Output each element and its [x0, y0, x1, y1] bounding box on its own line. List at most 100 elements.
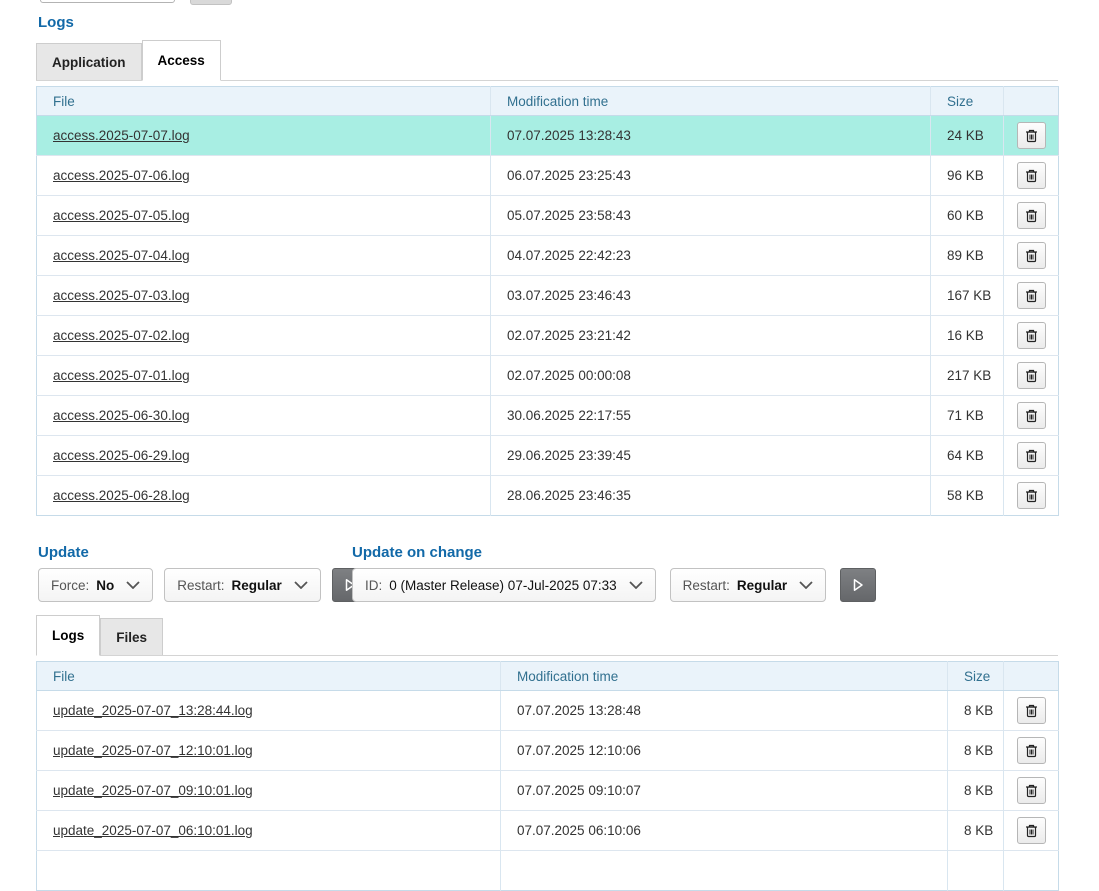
size-cell: 8 KB — [948, 771, 1004, 811]
size-cell: 8 KB — [948, 691, 1004, 731]
file-link[interactable]: access.2025-06-28.log — [53, 488, 190, 503]
table-row: access.2025-06-30.log 30.06.2025 22:17:5… — [37, 396, 1059, 436]
release-id-dropdown[interactable]: ID: 0 (Master Release) 07-Jul-2025 07:33 — [352, 568, 656, 602]
table-row-partial — [37, 851, 1059, 891]
mtime-cell: 07.07.2025 13:28:48 — [501, 691, 948, 731]
uoc-restart-dropdown[interactable]: Restart: Regular — [670, 568, 827, 602]
page: Logs Application Access File Modificatio… — [0, 0, 1099, 861]
file-link[interactable]: access.2025-07-03.log — [53, 288, 190, 303]
file-link[interactable]: access.2025-07-06.log — [53, 168, 190, 183]
chevron-down-icon — [629, 581, 643, 589]
mtime-cell: 03.07.2025 23:46:43 — [491, 276, 931, 316]
column-header-file: File — [37, 662, 501, 691]
file-link[interactable]: access.2025-07-01.log — [53, 368, 190, 383]
file-link[interactable]: access.2025-06-30.log — [53, 408, 190, 423]
table-row: access.2025-06-29.log 29.06.2025 23:39:4… — [37, 436, 1059, 476]
update-on-change-run-button[interactable] — [840, 568, 876, 602]
size-cell: 96 KB — [931, 156, 1004, 196]
tab-logs[interactable]: Logs — [36, 615, 100, 656]
file-link[interactable]: access.2025-07-04.log — [53, 248, 190, 263]
size-cell: 8 KB — [948, 811, 1004, 851]
table-header-row: File Modification time Size — [37, 87, 1059, 116]
size-cell: 64 KB — [931, 436, 1004, 476]
column-header-file: File — [37, 87, 491, 116]
file-link[interactable]: update_2025-07-07_09:10:01.log — [53, 783, 253, 798]
update-logs-tabbar: Logs Files — [36, 615, 1058, 656]
chevron-down-icon — [799, 581, 813, 589]
file-link[interactable]: access.2025-06-29.log — [53, 448, 190, 463]
delete-button[interactable] — [1017, 697, 1046, 724]
update-restart-dropdown-value: Regular — [232, 578, 282, 593]
tab-application[interactable]: Application — [36, 43, 142, 80]
delete-button[interactable] — [1017, 162, 1046, 189]
trash-icon — [1025, 449, 1038, 463]
size-cell: 217 KB — [931, 356, 1004, 396]
trash-icon — [1025, 784, 1038, 798]
mtime-cell: 05.07.2025 23:58:43 — [491, 196, 931, 236]
file-link[interactable]: update_2025-07-07_06:10:01.log — [53, 823, 253, 838]
size-cell: 16 KB — [931, 316, 1004, 356]
force-dropdown[interactable]: Force: No — [38, 568, 153, 602]
delete-button[interactable] — [1017, 242, 1046, 269]
mtime-cell: 07.07.2025 09:10:07 — [501, 771, 948, 811]
delete-button[interactable] — [1017, 362, 1046, 389]
tab-files[interactable]: Files — [100, 618, 163, 655]
table-row: update_2025-07-07_09:10:01.log 07.07.202… — [37, 771, 1059, 811]
uoc-restart-dropdown-label: Restart: — [683, 578, 730, 593]
mtime-cell: 02.07.2025 00:00:08 — [491, 356, 931, 396]
column-header-actions — [1004, 87, 1059, 116]
column-header-actions — [1004, 662, 1059, 691]
table-row: update_2025-07-07_06:10:01.log 07.07.202… — [37, 811, 1059, 851]
delete-button[interactable] — [1017, 202, 1046, 229]
delete-button[interactable] — [1017, 282, 1046, 309]
delete-button[interactable] — [1017, 442, 1046, 469]
size-cell: 60 KB — [931, 196, 1004, 236]
trash-icon — [1025, 824, 1038, 838]
tab-access[interactable]: Access — [142, 40, 221, 81]
file-link[interactable]: update_2025-07-07_13:28:44.log — [53, 703, 253, 718]
delete-button[interactable] — [1017, 122, 1046, 149]
trash-icon — [1025, 409, 1038, 423]
column-header-mtime: Modification time — [491, 87, 931, 116]
file-link[interactable]: access.2025-07-02.log — [53, 328, 190, 343]
mtime-cell: 02.07.2025 23:21:42 — [491, 316, 931, 356]
mtime-cell: 06.07.2025 23:25:43 — [491, 156, 931, 196]
uoc-restart-dropdown-value: Regular — [737, 578, 787, 593]
mtime-cell: 07.07.2025 12:10:06 — [501, 731, 948, 771]
size-cell: 8 KB — [948, 731, 1004, 771]
file-link[interactable]: access.2025-07-07.log — [53, 128, 190, 143]
table-row: access.2025-07-06.log 06.07.2025 23:25:4… — [37, 156, 1059, 196]
delete-button[interactable] — [1017, 322, 1046, 349]
release-id-dropdown-label: ID: — [365, 578, 382, 593]
trash-icon — [1025, 489, 1038, 503]
partial-text-input[interactable] — [40, 0, 175, 3]
trash-icon — [1025, 129, 1038, 143]
delete-button[interactable] — [1017, 817, 1046, 844]
table-row: update_2025-07-07_13:28:44.log 07.07.202… — [37, 691, 1059, 731]
delete-button[interactable] — [1017, 737, 1046, 764]
file-link[interactable]: access.2025-07-05.log — [53, 208, 190, 223]
update-on-change-controls: ID: 0 (Master Release) 07-Jul-2025 07:33… — [352, 568, 876, 602]
table-row: access.2025-07-02.log 02.07.2025 23:21:4… — [37, 316, 1059, 356]
update-restart-dropdown-label: Restart: — [177, 578, 224, 593]
force-dropdown-value: No — [96, 578, 114, 593]
delete-button[interactable] — [1017, 402, 1046, 429]
delete-button[interactable] — [1017, 482, 1046, 509]
table-row: update_2025-07-07_12:10:01.log 07.07.202… — [37, 731, 1059, 771]
column-header-size: Size — [931, 87, 1004, 116]
trash-icon — [1025, 209, 1038, 223]
size-cell: 167 KB — [931, 276, 1004, 316]
trash-icon — [1025, 289, 1038, 303]
column-header-mtime: Modification time — [501, 662, 948, 691]
size-cell: 89 KB — [931, 236, 1004, 276]
delete-button[interactable] — [1017, 777, 1046, 804]
partial-button[interactable] — [190, 0, 232, 5]
file-link[interactable]: update_2025-07-07_12:10:01.log — [53, 743, 253, 758]
logs-tabbar: Application Access — [36, 40, 1058, 81]
update-restart-dropdown[interactable]: Restart: Regular — [164, 568, 321, 602]
chevron-down-icon — [126, 581, 140, 589]
mtime-cell: 30.06.2025 22:17:55 — [491, 396, 931, 436]
update-logs-table: File Modification time Size update_2025-… — [36, 661, 1059, 891]
update-on-change-section-title: Update on change — [352, 544, 482, 561]
table-row: access.2025-07-05.log 05.07.2025 23:58:4… — [37, 196, 1059, 236]
